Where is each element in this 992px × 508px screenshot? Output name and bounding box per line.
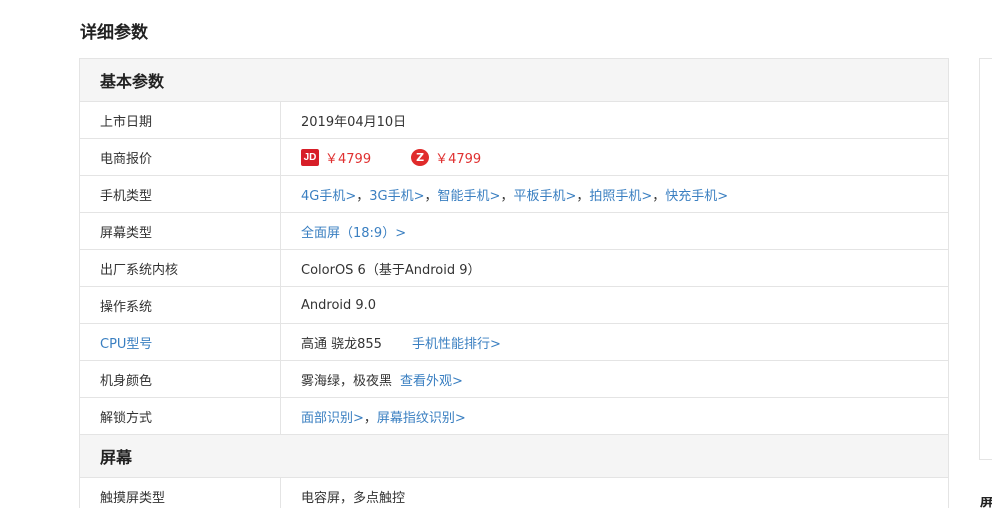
- section-header-basic: 基本参数: [80, 59, 948, 102]
- spec-value: Android 9.0: [301, 297, 377, 313]
- section-header-screen: 屏幕: [80, 435, 948, 478]
- spec-value: 面部识别>，屏幕指纹识别>: [281, 398, 948, 434]
- spec-label: 上市日期: [80, 102, 281, 138]
- link-camera-phone[interactable]: 拍照手机>: [589, 185, 652, 204]
- spec-label: 出厂系统内核: [80, 250, 281, 286]
- link-4g-phone[interactable]: 4G手机>: [301, 185, 356, 204]
- spec-row-touch-type: 触摸屏类型 电容屏，多点触控: [80, 478, 948, 508]
- separator: ，: [356, 188, 370, 204]
- spec-row-release-date: 上市日期 2019年04月10日: [80, 102, 948, 139]
- spec-value: 高通 骁龙855 手机性能排行>: [281, 324, 948, 360]
- zol-logo-icon: Z: [411, 148, 430, 166]
- spec-label: 解锁方式: [80, 398, 281, 434]
- separator: ，: [363, 410, 377, 426]
- link-3g-phone[interactable]: 3G手机>: [369, 185, 424, 204]
- spec-value: ColorOS 6（基于Android 9）: [301, 262, 481, 278]
- spec-row-phone-type: 手机类型 4G手机>， 3G手机>，智能手机>，平板手机>，拍照手机>，快充手机>: [80, 176, 948, 213]
- spec-label: 电商报价: [80, 139, 281, 175]
- separator: ，: [500, 188, 514, 204]
- shop-price-jd[interactable]: JD ￥4799: [301, 148, 371, 167]
- color-value: 雾海绿，极夜黑: [301, 373, 393, 389]
- link-face-recognition[interactable]: 面部识别>: [301, 407, 364, 426]
- link-fast-charge-phone[interactable]: 快充手机>: [665, 185, 728, 204]
- price-text: ￥4799: [325, 151, 372, 167]
- link-performance-ranking[interactable]: 手机性能排行>: [412, 333, 501, 352]
- price-text: ￥4799: [435, 151, 482, 167]
- link-full-screen[interactable]: 全面屏（18:9）>: [301, 222, 406, 241]
- spec-label: 手机类型: [80, 176, 281, 212]
- spec-label: 操作系统: [80, 287, 281, 323]
- page-title: 详细参数: [80, 23, 148, 43]
- shop-price-zol[interactable]: Z ￥4799: [411, 148, 481, 167]
- spec-row-screen-type: 屏幕类型 全面屏（18:9）>: [80, 213, 948, 250]
- spec-value: 全面屏（18:9）>: [281, 213, 948, 249]
- separator: ，: [576, 188, 590, 204]
- spec-table: 基本参数 上市日期 2019年04月10日 电商报价 JD ￥4799 Z ￥4…: [79, 58, 949, 508]
- spec-label: 机身颜色: [80, 361, 281, 397]
- spec-value: 电容屏，多点触控: [301, 490, 406, 506]
- separator: ，: [652, 188, 666, 204]
- link-smart-phone[interactable]: 智能手机>: [438, 185, 501, 204]
- jd-logo-icon: JD: [301, 148, 319, 166]
- spec-row-price: 电商报价 JD ￥4799 Z ￥4799: [80, 139, 948, 176]
- spec-row-cpu: CPU型号 高通 骁龙855 手机性能排行>: [80, 324, 948, 361]
- spec-label: 屏幕类型: [80, 213, 281, 249]
- spec-value: 2019年04月10日: [301, 114, 407, 130]
- spec-label: 触摸屏类型: [80, 478, 281, 508]
- cpu-model-link[interactable]: CPU型号: [80, 324, 281, 360]
- link-phablet[interactable]: 平板手机>: [513, 185, 576, 204]
- link-in-screen-fingerprint[interactable]: 屏幕指纹识别>: [377, 407, 466, 426]
- spec-row-factory-os: 出厂系统内核 ColorOS 6（基于Android 9）: [80, 250, 948, 287]
- separator: ，: [424, 188, 438, 204]
- side-heading-partial: 屏: [980, 497, 992, 508]
- cpu-value: 高通 骁龙855: [301, 336, 382, 352]
- spec-value: 4G手机>， 3G手机>，智能手机>，平板手机>，拍照手机>，快充手机>: [281, 176, 948, 212]
- spec-value: 雾海绿，极夜黑 查看外观>: [281, 361, 948, 397]
- side-panel: [979, 58, 992, 460]
- spec-row-unlock: 解锁方式 面部识别>，屏幕指纹识别>: [80, 398, 948, 435]
- spec-row-os: 操作系统 Android 9.0: [80, 287, 948, 324]
- spec-row-color: 机身颜色 雾海绿，极夜黑 查看外观>: [80, 361, 948, 398]
- link-view-appearance[interactable]: 查看外观>: [400, 370, 463, 389]
- spec-value: JD ￥4799 Z ￥4799: [281, 139, 948, 175]
